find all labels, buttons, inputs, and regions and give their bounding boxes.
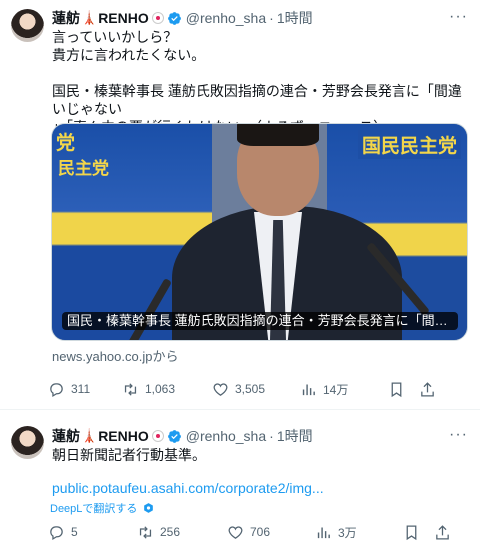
reply-button[interactable]: 311 [48, 381, 122, 398]
share-icon[interactable] [434, 524, 451, 541]
views-count: 14万 [323, 382, 349, 397]
tweet-line: 朝日新聞記者行動基準。 [52, 447, 206, 463]
tweet-secondary-actions [388, 381, 436, 398]
tweet-text: 言っていいかしら？ 貴方に言われたくない。 国民・榛葉幹事長 蓮舫氏敗因指摘の連… [52, 28, 468, 136]
tweet-text: 朝日新聞記者行動基準。 [52, 446, 468, 464]
tweet[interactable]: 蓮舫 🗼 RENHO @renho_sha · 1時間 ··· 言っていいかしら… [0, 0, 480, 410]
reply-icon [50, 525, 63, 540]
japan-flag-icon [151, 12, 164, 24]
like-icon [228, 525, 243, 539]
retweet-count: 256 [160, 525, 181, 539]
tweet-secondary-actions [403, 524, 451, 541]
tweet-line-blank [52, 64, 468, 82]
like-button[interactable]: 3,505 [212, 381, 300, 398]
author-name-suffix[interactable]: RENHO [98, 10, 149, 26]
tweet-actions: 311 1,063 3,505 14万 [48, 379, 470, 399]
reply-count: 5 [71, 525, 78, 539]
bookmark-icon[interactable] [403, 524, 420, 541]
avatar[interactable] [11, 426, 44, 459]
author-handle[interactable]: @renho_sha [186, 10, 266, 26]
card-photo-person [172, 124, 402, 340]
avatar[interactable] [11, 9, 44, 42]
verified-icon [167, 11, 181, 25]
deepl-icon [144, 502, 154, 513]
tweet-header: 蓮舫 🗼 RENHO @renho_sha · 1時間 [52, 8, 470, 28]
views-count: 3万 [338, 525, 357, 540]
timestamp[interactable]: 1時間 [277, 8, 313, 28]
reply-icon [50, 382, 63, 397]
more-icon[interactable]: ··· [449, 8, 468, 26]
like-count: 3,505 [235, 382, 266, 396]
tweet-line: 貴方に言われたくない。 [52, 47, 206, 63]
author-name[interactable]: 蓮舫 [52, 8, 80, 28]
views-icon [302, 384, 315, 395]
tokyo-tower-icon: 🗼 [81, 428, 98, 443]
timestamp[interactable]: 1時間 [277, 426, 313, 446]
separator-dot: · [269, 428, 274, 444]
retweet-icon [124, 382, 137, 396]
views-button[interactable]: 3万 [315, 524, 403, 541]
card-sign-left: 党 [56, 133, 76, 154]
bookmark-icon[interactable] [388, 381, 405, 398]
separator-dot: · [269, 10, 274, 26]
tokyo-tower-icon: 🗼 [81, 10, 98, 25]
reply-button[interactable]: 5 [48, 524, 137, 541]
verified-icon [167, 429, 181, 443]
tweet-line: 言っていいかしら？ [52, 29, 178, 45]
person-hair [237, 124, 319, 146]
card-caption: 国民・榛葉幹事長 蓮舫氏敗因指摘の連合・芳野会長発言に「間違いじゃない」「... [62, 312, 458, 330]
tweet[interactable]: 蓮舫 🗼 RENHO @renho_sha · 1時間 ··· 朝日新聞記者行動… [0, 418, 480, 541]
reply-count: 311 [71, 382, 91, 396]
more-icon[interactable]: ··· [449, 426, 468, 444]
retweet-count: 1,063 [145, 382, 176, 396]
like-icon [213, 382, 228, 396]
views-icon [317, 527, 330, 538]
tweet-link[interactable]: public.potaufeu.asahi.com/corporate2/img… [52, 480, 324, 496]
card-source[interactable]: news.yahoo.co.jpから [52, 346, 178, 365]
retweet-icon [139, 525, 152, 539]
link-card[interactable]: 党 民主党 国民民主党 国民・榛葉幹事長 蓮舫氏敗因指摘の連合・芳野会長発言に「… [51, 123, 468, 341]
japan-flag-icon [151, 430, 164, 442]
like-count: 706 [250, 525, 271, 539]
translate-button[interactable]: DeepLで翻訳する [50, 500, 155, 516]
author-name-suffix[interactable]: RENHO [98, 428, 149, 444]
like-button[interactable]: 706 [227, 524, 315, 541]
card-sign-left-2: 民主党 [58, 159, 109, 178]
author-handle[interactable]: @renho_sha [186, 428, 266, 444]
translate-label: DeepLで翻訳する [50, 503, 138, 515]
author-name[interactable]: 蓮舫 [52, 426, 80, 446]
retweet-button[interactable]: 256 [137, 524, 227, 541]
tweet-actions: 5 256 706 3万 [48, 522, 470, 541]
views-button[interactable]: 14万 [300, 381, 388, 398]
tweet-line: 国民・榛葉幹事長 蓮舫氏敗因指摘の連合・芳野会長発言に「間違いじゃない [52, 83, 462, 117]
retweet-button[interactable]: 1,063 [122, 381, 212, 398]
share-icon[interactable] [419, 381, 436, 398]
tweet-header: 蓮舫 🗼 RENHO @renho_sha · 1時間 [52, 426, 470, 446]
